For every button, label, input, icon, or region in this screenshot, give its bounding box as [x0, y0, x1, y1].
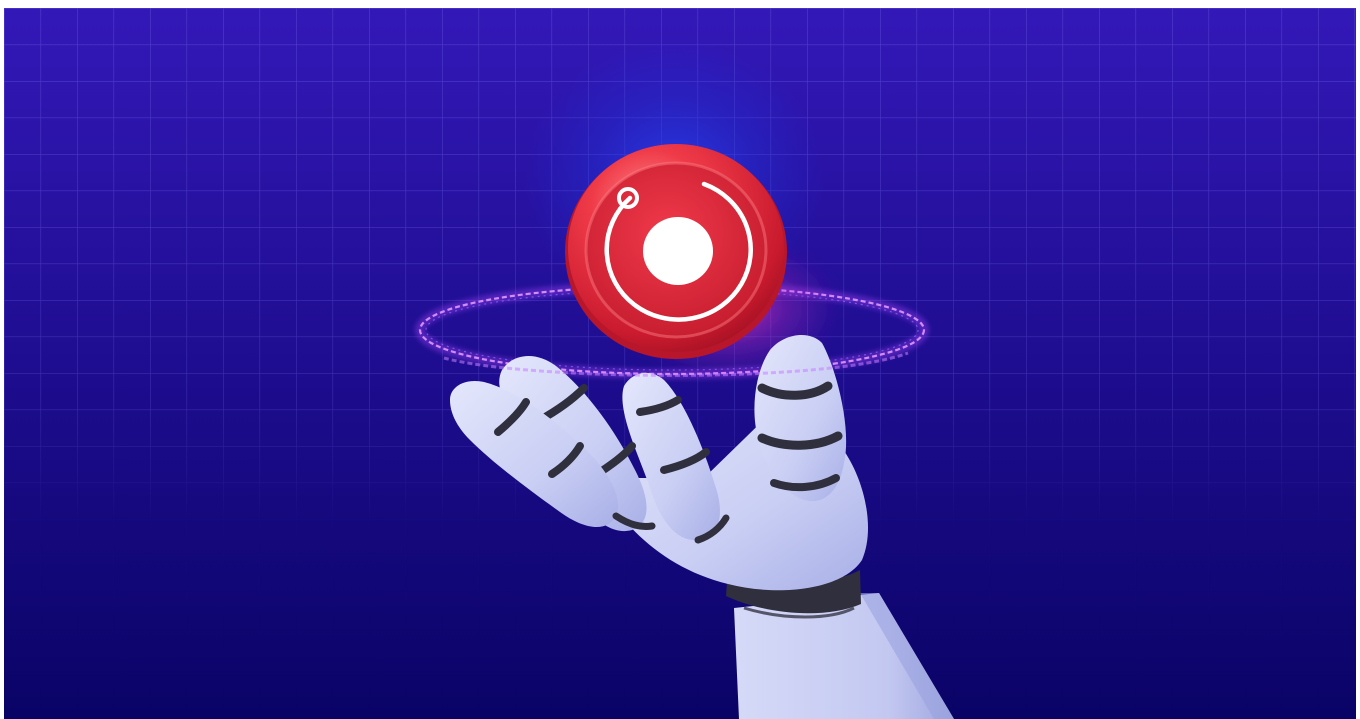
coin-orbit-icon [565, 144, 787, 359]
hero-illustration [4, 8, 1356, 719]
image-frame [0, 0, 1360, 719]
